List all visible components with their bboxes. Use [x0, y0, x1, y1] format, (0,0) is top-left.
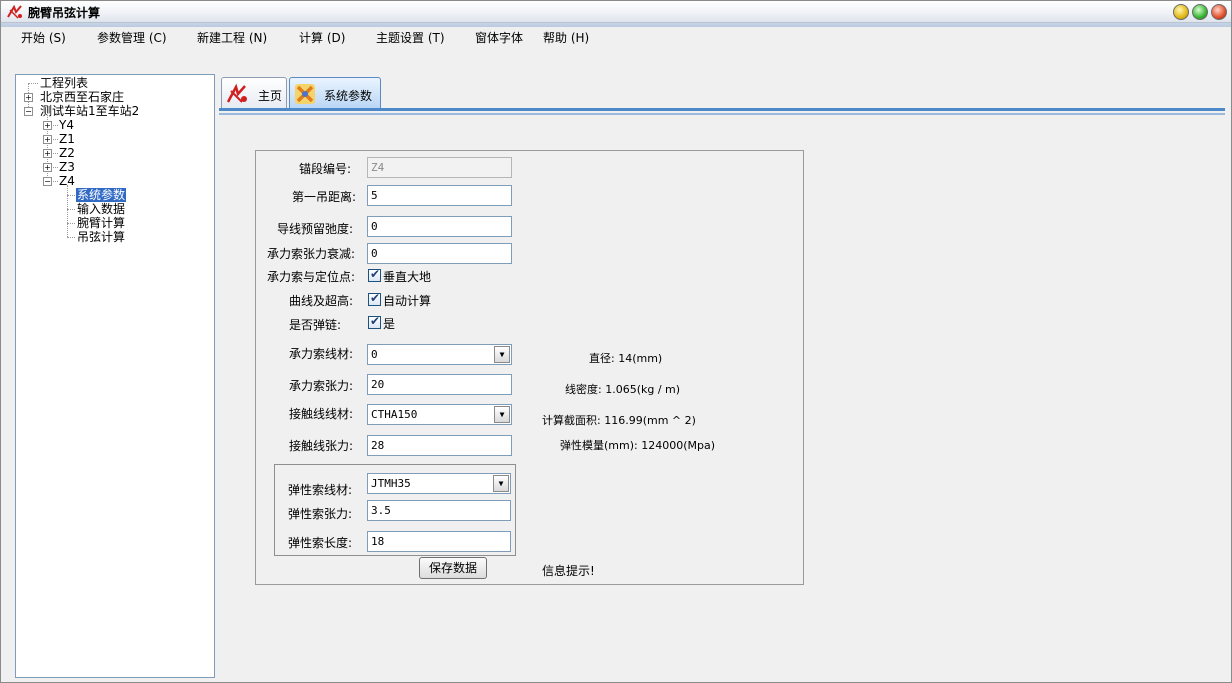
tab-strip-line: [219, 108, 1225, 111]
stitch-length-label: 弹性索长度:: [288, 536, 353, 550]
tree-root[interactable]: 工程列表: [40, 76, 88, 90]
window-title: 腕臂吊弦计算: [28, 6, 101, 20]
stitch-material-value: JTMH35: [371, 477, 411, 490]
menu-font[interactable]: 窗体字体: [475, 29, 523, 46]
contact-sag-label: 导线预留弛度:: [277, 222, 354, 236]
curve-super-check-text[interactable]: 自动计算: [383, 292, 431, 309]
home-tab-icon: [226, 83, 247, 103]
tree-leaf-cantilever[interactable]: 腕臂计算: [77, 216, 125, 230]
messenger-locate-checkbox[interactable]: ✔: [368, 267, 381, 282]
modulus-info: 弹性模量(mm): 124000(Mpa): [560, 439, 716, 452]
stitch-material-label: 弹性索线材:: [288, 483, 353, 497]
dropdown-arrow-icon[interactable]: ▼: [494, 346, 510, 363]
menu-help[interactable]: 帮助 (H): [543, 29, 589, 46]
tree-station-y4[interactable]: Y4: [59, 118, 74, 132]
tree-project-beijing[interactable]: 北京西至石家庄: [40, 90, 124, 104]
tab-strip-line-light: [219, 113, 1225, 115]
curve-super-checkbox[interactable]: ✔: [368, 291, 381, 306]
minimize-button[interactable]: [1173, 4, 1189, 20]
dropdown-arrow-icon[interactable]: ▼: [494, 406, 510, 423]
expand-icon[interactable]: +: [43, 149, 52, 158]
save-data-button[interactable]: 保存数据: [419, 557, 487, 579]
tab-system-params[interactable]: 系统参数: [289, 77, 381, 109]
messenger-material-value: 0: [371, 348, 378, 361]
stitch-length-field[interactable]: 18: [367, 531, 511, 552]
tab-home[interactable]: 主页: [221, 77, 287, 109]
messenger-decay-field[interactable]: 0: [367, 243, 512, 264]
expand-icon[interactable]: +: [24, 93, 33, 102]
maximize-button[interactable]: [1192, 4, 1208, 20]
menu-calculate[interactable]: 计算 (D): [299, 29, 345, 46]
tree-leaf-input-data[interactable]: 输入数据: [77, 202, 125, 216]
density-info: 线密度: 1.065(kg / m): [565, 383, 681, 396]
messenger-material-label: 承力索线材:: [289, 347, 354, 361]
is-stitch-check-text[interactable]: 是: [383, 315, 395, 332]
messenger-tension-field[interactable]: 20: [367, 374, 512, 395]
app-logo-icon: [7, 4, 22, 19]
messenger-decay-label: 承力索张力衰减:: [267, 247, 356, 261]
first-hanger-label: 第一吊距离:: [292, 190, 357, 204]
tree-leaf-dropper[interactable]: 吊弦计算: [77, 230, 125, 244]
messenger-locate-check-text[interactable]: 垂直大地: [383, 268, 431, 285]
tools-tab-icon: [295, 84, 315, 104]
area-info: 计算截面积: 116.99(mm ^ 2): [542, 414, 696, 427]
contact-material-value: CTHA150: [371, 408, 418, 421]
tree-station-z1[interactable]: Z1: [59, 132, 75, 146]
diameter-info: 直径: 14(mm): [589, 352, 663, 365]
curve-super-label: 曲线及超高:: [289, 294, 354, 308]
contact-tension-label: 接触线张力:: [289, 439, 354, 453]
tab-system-params-label: 系统参数: [324, 89, 373, 103]
expand-icon[interactable]: +: [43, 121, 52, 130]
stitch-tension-field[interactable]: 3.5: [367, 500, 511, 521]
info-hint-text: 信息提示!: [542, 564, 595, 578]
tab-home-label: 主页: [258, 89, 283, 103]
stitch-material-select[interactable]: JTMH35 ▼: [367, 473, 511, 494]
title-bar[interactable]: 腕臂吊弦计算: [1, 1, 1231, 23]
menu-theme[interactable]: 主题设置 (T): [376, 29, 445, 46]
is-stitch-label: 是否弹链:: [289, 318, 342, 332]
menu-new-project[interactable]: 新建工程 (N): [197, 29, 267, 46]
is-stitch-checkbox[interactable]: ✔: [368, 314, 381, 329]
contact-sag-field[interactable]: 0: [367, 216, 512, 237]
dropdown-arrow-icon[interactable]: ▼: [493, 475, 509, 492]
tree-leaf-system-params[interactable]: 系统参数: [76, 188, 127, 202]
close-button[interactable]: [1211, 4, 1227, 20]
contact-tension-field[interactable]: 28: [367, 435, 512, 456]
messenger-tension-label: 承力索张力:: [289, 379, 354, 393]
tree-station-z3[interactable]: Z3: [59, 160, 75, 174]
collapse-icon[interactable]: −: [43, 177, 52, 186]
expand-icon[interactable]: +: [43, 135, 52, 144]
contact-material-select[interactable]: CTHA150 ▼: [367, 404, 512, 425]
collapse-icon[interactable]: −: [24, 107, 33, 116]
expand-icon[interactable]: +: [43, 163, 52, 172]
stitch-tension-label: 弹性索张力:: [288, 507, 353, 521]
anchor-no-label: 锚段编号:: [299, 162, 352, 176]
app-window: 腕臂吊弦计算 开始 (S) 参数管理 (C) 新建工程 (N) 计算 (D) 主…: [0, 0, 1232, 683]
menu-params[interactable]: 参数管理 (C): [97, 29, 167, 46]
tree-station-z2[interactable]: Z2: [59, 146, 75, 160]
first-hanger-field[interactable]: 5: [367, 185, 512, 206]
anchor-no-field: Z4: [367, 157, 512, 178]
project-tree[interactable]: 工程列表 + 北京西至石家庄 − 测试车站1至车站2 + Y4 + Z1 + Z…: [15, 74, 215, 678]
contact-material-label: 接触线线材:: [289, 407, 354, 421]
messenger-material-select[interactable]: 0 ▼: [367, 344, 512, 365]
tree-project-test[interactable]: 测试车站1至车站2: [40, 104, 139, 118]
menu-bar: 开始 (S) 参数管理 (C) 新建工程 (N) 计算 (D) 主题设置 (T)…: [1, 27, 1231, 47]
messenger-locate-label: 承力索与定位点:: [267, 270, 356, 284]
menu-start[interactable]: 开始 (S): [21, 29, 66, 46]
